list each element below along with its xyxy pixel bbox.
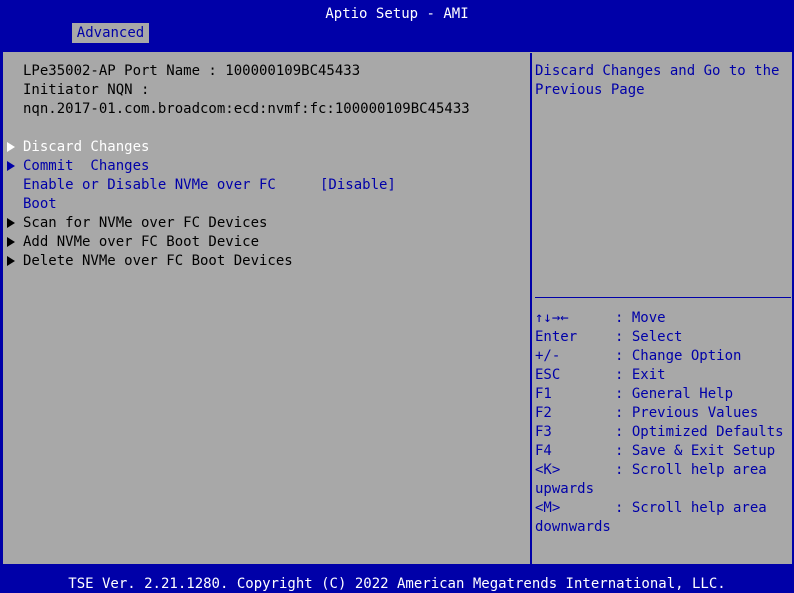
submenu-arrow-icon (7, 256, 15, 266)
key-label: F1 (535, 386, 552, 402)
submenu-arrow-icon (7, 237, 15, 247)
initiator-nqn-value: nqn.2017-01.com.broadcom:ecd:nvmf:fc:100… (23, 101, 470, 117)
enable-nvme-value[interactable]: [Disable] (320, 176, 396, 195)
key-label: F2 (535, 405, 552, 421)
key-label: ESC (535, 367, 561, 383)
menu-item-enable-nvme-label-cont[interactable]: Boot (23, 195, 57, 214)
menu-item-discard-changes[interactable]: Discard Changes (23, 138, 149, 157)
menu-item-enable-nvme-label[interactable]: Enable or Disable NVMe over FC (23, 176, 276, 195)
key-desc: : Exit (615, 367, 666, 383)
key-label: +/- (535, 348, 561, 364)
help-text-line: Previous Page (535, 82, 645, 98)
footer-copyright: TSE Ver. 2.21.1280. Copyright (C) 2022 A… (68, 576, 726, 592)
key-label: F4 (535, 443, 552, 459)
main-panel (2, 51, 793, 565)
key-desc: : Scroll help area (615, 500, 767, 516)
window-title: Aptio Setup - AMI (325, 6, 469, 22)
key-desc: : Save & Exit Setup (615, 443, 776, 459)
key-desc: : Move (615, 310, 666, 326)
key-desc-cont: downwards (535, 519, 611, 535)
key-desc: : General Help (615, 386, 734, 402)
tab-advanced[interactable]: Advanced (72, 23, 149, 43)
initiator-nqn-label: Initiator NQN : (23, 82, 150, 98)
key-desc-cont: upwards (535, 481, 595, 497)
submenu-arrow-icon (7, 161, 15, 171)
key-desc: : Change Option (615, 348, 742, 364)
submenu-arrow-icon (7, 142, 15, 152)
submenu-arrow-icon (7, 218, 15, 228)
help-separator (535, 297, 791, 298)
port-name-text: LPe35002-AP Port Name : 100000109BC45433 (23, 63, 361, 79)
menu-item-add-boot-device[interactable]: Add NVMe over FC Boot Device (23, 233, 259, 252)
key-desc: : Select (615, 329, 683, 345)
key-label: F3 (535, 424, 552, 440)
key-desc: : Optimized Defaults (615, 424, 784, 440)
key-move-icon: ↑↓→← (535, 310, 569, 326)
panel-divider (530, 53, 532, 565)
help-text-line: Discard Changes and Go to the (535, 63, 780, 79)
key-desc: : Scroll help area (615, 462, 767, 478)
menu-item-delete-boot-devices[interactable]: Delete NVMe over FC Boot Devices (23, 252, 293, 271)
menu-item-scan-devices[interactable]: Scan for NVMe over FC Devices (23, 214, 267, 233)
key-desc: : Previous Values (615, 405, 759, 421)
key-label: <K> (535, 462, 561, 478)
key-label: Enter (535, 329, 578, 345)
key-label: <M> (535, 500, 561, 516)
menu-item-commit-changes[interactable]: Commit Changes (23, 157, 149, 176)
